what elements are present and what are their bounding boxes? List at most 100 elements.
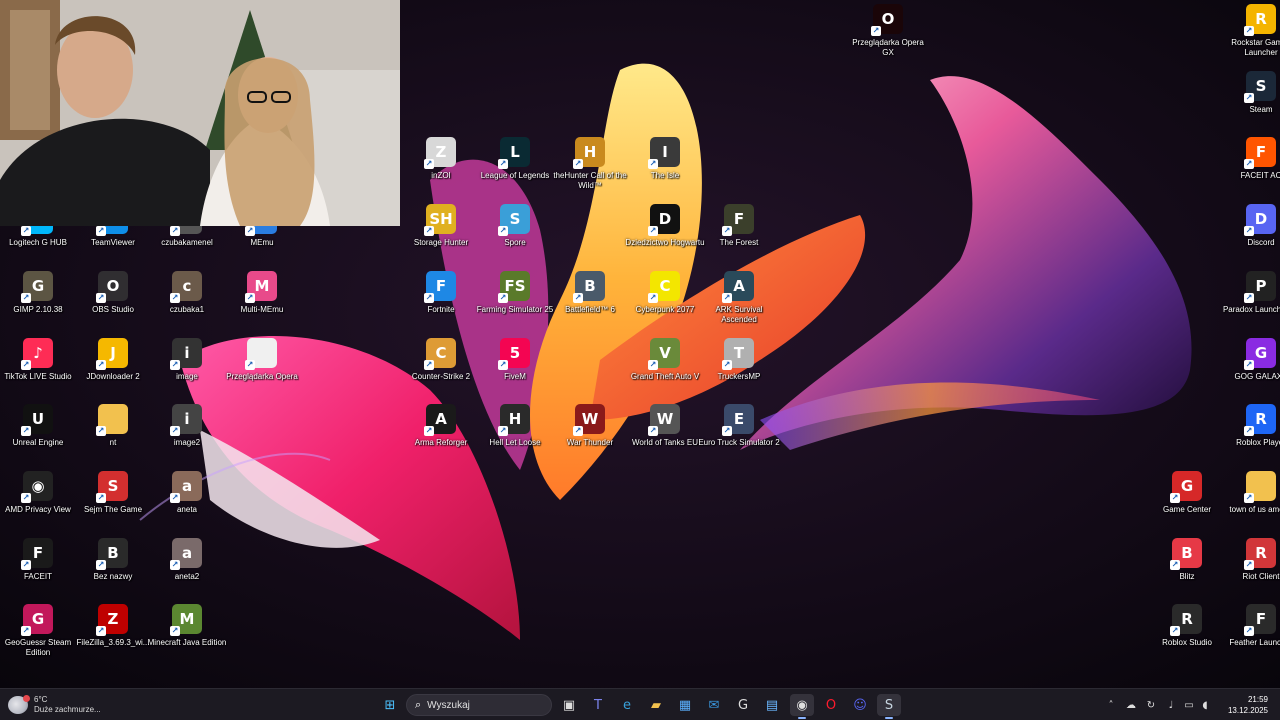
desktop-icon[interactable]: G GIMP 2.10.38	[0, 271, 76, 331]
desktop-icon[interactable]: M Multi-MEmu	[224, 271, 300, 331]
desktop-icon[interactable]: S Sejm The Game	[75, 471, 151, 531]
ark-icon: A	[722, 271, 754, 303]
desktop-icon[interactable]: F The Forest	[701, 204, 777, 264]
teams-button[interactable]: T	[586, 694, 610, 716]
desktop-icon[interactable]: F Feather Launcher	[1223, 604, 1280, 664]
desktop-icon[interactable]: R Riot Client	[1223, 538, 1280, 598]
blitz-icon: B	[1170, 538, 1202, 570]
window-app-button[interactable]: ▤	[760, 694, 784, 716]
desktop-icon[interactable]: I The Isle	[627, 137, 703, 197]
obs-taskbar-button[interactable]: ◉	[790, 694, 814, 719]
folder-icon	[96, 404, 128, 436]
volume-icon[interactable]: ◖	[1198, 698, 1212, 712]
clock[interactable]: 21:59 13.12.2025	[1228, 694, 1268, 716]
file-explorer-button[interactable]: ▰	[644, 694, 668, 716]
microphone-icon[interactable]: ♩	[1164, 698, 1178, 712]
feather-icon: F	[1244, 604, 1276, 636]
desktop-icon[interactable]: J JDownloader 2	[75, 338, 151, 398]
desktop-icon[interactable]: A ARK Survival Ascended	[701, 271, 777, 331]
steam-taskbar-button[interactable]: S	[877, 694, 901, 719]
desktop-icon[interactable]: A Arma Reforger	[403, 404, 479, 464]
desktop-icon[interactable]: S Spore	[477, 204, 553, 264]
desktop-icon[interactable]: HtheHunter Call of the Wild™	[552, 137, 628, 197]
desktop-icon[interactable]: O OBS Studio	[75, 271, 151, 331]
opera-taskbar-button[interactable]: O	[819, 694, 843, 716]
opera-gx-icon: O	[871, 4, 903, 36]
edge-button[interactable]: e	[615, 694, 639, 716]
sejm-icon: S	[96, 471, 128, 503]
desktop-icon[interactable]: SH Storage Hunter	[403, 204, 479, 264]
desktop-icon[interactable]: i image	[149, 338, 225, 398]
desktop-icon-label: AMD Privacy View	[5, 505, 71, 514]
desktop-icon[interactable]: P Paradox Launcher v2	[1223, 271, 1280, 331]
desktop-icon[interactable]: M Minecraft Java Edition	[148, 604, 226, 664]
desktop-icon[interactable]: ◉ AMD Privacy View	[0, 471, 76, 531]
chevron-up-icon[interactable]: ˄	[1104, 698, 1118, 712]
network-icon[interactable]: ▭	[1182, 698, 1196, 712]
desktop-icon[interactable]: T TruckersMP	[701, 338, 777, 398]
desktop-icon-label: Przeglądarka Opera	[226, 372, 298, 381]
desktop-icon[interactable]: FS Farming Simulator 25	[477, 271, 553, 331]
discord-taskbar-button[interactable]: ☺	[848, 694, 872, 716]
desktop-icon[interactable]: i image2	[149, 404, 225, 464]
aneta2-icon: a	[170, 538, 202, 570]
desktop-icon[interactable]: R Roblox Studio	[1149, 604, 1225, 664]
store-button[interactable]: ▦	[673, 694, 697, 716]
desktop-icon[interactable]: town of us among	[1223, 471, 1280, 531]
desktop-icon[interactable]: nt	[75, 404, 151, 464]
desktop-icon[interactable]: G GOG GALAXY	[1223, 338, 1280, 398]
desktop-icon[interactable]: D Discord	[1223, 204, 1280, 264]
desktop-icon[interactable]: 5 FiveM	[477, 338, 553, 398]
desktop-icon[interactable]: E Euro Truck Simulator 2	[698, 404, 780, 464]
desktop-icon[interactable]: S Steam	[1223, 71, 1280, 131]
desktop-icon[interactable]: ♪ TikTok LIVE Studio	[0, 338, 76, 398]
desktop-icon-label: FACEIT AC	[1240, 171, 1280, 180]
desktop-icon[interactable]: U Unreal Engine	[0, 404, 76, 464]
desktop-icon[interactable]: D Dziedzictwo Hogwartu	[625, 204, 705, 264]
desktop-icon[interactable]: B Battlefield™ 6	[552, 271, 628, 331]
desktop-icon[interactable]: R Rockstar Games Launcher	[1223, 4, 1280, 64]
desktop-icon[interactable]: c czubaka1	[149, 271, 225, 331]
desktop-icon[interactable]: C Counter-Strike 2	[403, 338, 479, 398]
desktop-icon[interactable]: F Fortnite	[403, 271, 479, 331]
desktop-icon[interactable]: H Hell Let Loose	[477, 404, 553, 464]
desktop-icon[interactable]: Z FileZilla_3.69.3_wi...	[75, 604, 151, 664]
steam-icon: S	[1244, 71, 1276, 103]
mail-button[interactable]: ✉	[702, 694, 726, 716]
desktop-icon[interactable]: W World of Tanks EU	[627, 404, 703, 464]
weather-temperature: 6°C	[34, 695, 48, 704]
desktop-icon[interactable]: B Bez nazwy	[75, 538, 151, 598]
desktop-icon[interactable]: F FACEIT	[0, 538, 76, 598]
league-icon: L	[498, 137, 530, 169]
desktop-icon-label: The Forest	[719, 238, 759, 247]
desktop-icon[interactable]: B Blitz	[1149, 538, 1225, 598]
sync-icon[interactable]: ↻	[1144, 698, 1158, 712]
desktop-icon[interactable]: L League of Legends	[477, 137, 553, 197]
desktop-icon[interactable]: G Game Center	[1149, 471, 1225, 531]
taskbar: 6°C Duże zachmurze... ⌕ Wyszukaj ⊞ ▣ Te ▰ ▦ ✉…	[0, 688, 1280, 720]
desktop-icon[interactable]: F FACEIT AC	[1223, 137, 1280, 197]
desktop-icon[interactable]: O Przeglądarka Opera GX	[850, 4, 926, 64]
desktop-icon-label: Farming Simulator 25	[476, 305, 554, 314]
task-view-button[interactable]: ▣	[557, 694, 581, 716]
fortnite-icon: F	[424, 271, 456, 303]
desktop-icon[interactable]: a aneta2	[149, 538, 225, 598]
desktop-icon[interactable]: a aneta	[149, 471, 225, 531]
desktop-icon[interactable]: ZinZOI	[403, 137, 479, 197]
desktop-icon[interactable]: G GeoGuessr Steam Edition	[0, 604, 76, 664]
start-button[interactable]: ⊞	[378, 694, 402, 716]
desktop-icon[interactable]: V Grand Theft Auto V	[627, 338, 703, 398]
desktop-icon-label: czubakamenel	[161, 238, 213, 247]
desktop-icon[interactable]: C Cyberpunk 2077	[627, 271, 703, 331]
desktop-icon[interactable]: R Roblox Player	[1223, 404, 1280, 464]
desktop-icon-label: Multi-MEmu	[240, 305, 284, 314]
weather-widget[interactable]: 6°C Duże zachmurze...	[8, 693, 101, 717]
desktop-icon[interactable]: W War Thunder	[552, 404, 628, 464]
onedrive-icon[interactable]: ☁	[1124, 698, 1138, 712]
desktop-icon-label: FACEIT	[23, 572, 52, 581]
search-placeholder: Wyszukaj	[427, 699, 470, 711]
g-app-button[interactable]: G	[731, 694, 755, 716]
cyberpunk-icon: C	[648, 271, 680, 303]
taskbar-search[interactable]: ⌕ Wyszukaj	[406, 694, 552, 716]
desktop-icon[interactable]: Przeglądarka Opera	[224, 338, 300, 398]
